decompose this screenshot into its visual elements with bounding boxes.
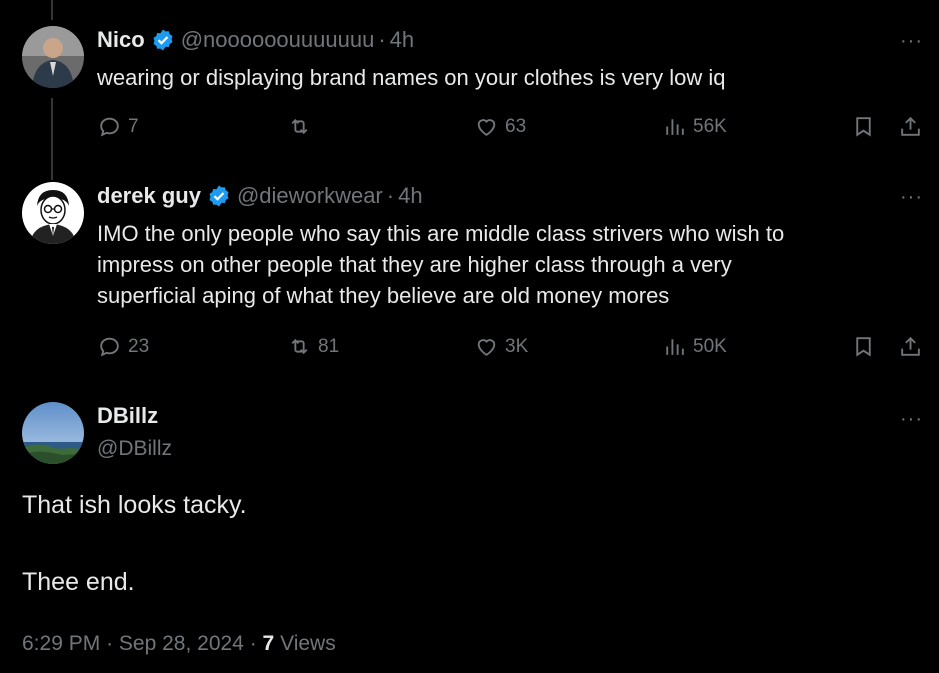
display-name[interactable]: Nico — [97, 27, 145, 53]
tweet-actions: 23 81 3K 50K — [97, 334, 927, 364]
reply-icon — [100, 117, 119, 137]
avatar[interactable] — [22, 402, 84, 464]
verified-badge-icon — [151, 28, 175, 52]
tweet-text-line: IMO the only people who say this are mid… — [97, 221, 785, 246]
repost-count: 81 — [318, 335, 340, 357]
bookmark-button[interactable] — [851, 114, 876, 139]
heart-icon — [477, 339, 496, 356]
verified-badge-icon — [207, 184, 231, 208]
thread-line — [51, 0, 53, 20]
views-button[interactable]: 50K — [662, 334, 727, 359]
views-label: Views — [280, 632, 336, 655]
reply-icon — [100, 337, 119, 357]
bookmark-icon — [856, 337, 871, 357]
timestamp[interactable]: 4h — [390, 27, 414, 53]
share-icon — [901, 336, 920, 356]
tweet-actions: 7 63 56K — [97, 114, 927, 144]
avatar[interactable] — [22, 182, 84, 244]
bookmark-icon — [856, 117, 871, 137]
like-count: 3K — [505, 335, 529, 357]
handle[interactable]: @noooooouuuuuuu — [181, 27, 375, 53]
display-name[interactable]: DBillz — [97, 403, 158, 429]
share-button[interactable] — [898, 114, 923, 139]
views-icon — [666, 119, 684, 135]
separator: · — [249, 632, 257, 655]
reply-count: 7 — [128, 115, 139, 137]
repost-button[interactable] — [287, 114, 318, 139]
timestamp[interactable]: 4h — [398, 183, 422, 209]
separator: · — [386, 183, 395, 208]
tweet-header: derek guy @dieworkwear · 4h — [97, 183, 423, 209]
separator: · — [106, 632, 114, 655]
tweet-text-line: Thee end. — [22, 568, 135, 596]
more-options-icon[interactable]: ··· — [900, 186, 923, 209]
views-count: 56K — [693, 115, 727, 137]
tweet-meta: 6:29 PM · Sep 28, 2024 · 7 Views — [22, 632, 336, 656]
views-count: 50K — [693, 335, 727, 357]
tweet-text: wearing or displaying brand names on you… — [97, 65, 726, 90]
tweet-text-line: impress on other people that they are hi… — [97, 252, 732, 277]
reply-button[interactable]: 7 — [97, 114, 139, 139]
reply-button[interactable]: 23 — [97, 334, 149, 359]
like-count: 63 — [505, 115, 527, 137]
repost-button[interactable]: 81 — [287, 334, 339, 359]
reply-count: 23 — [128, 335, 150, 357]
display-name[interactable]: derek guy — [97, 183, 201, 209]
thread-line — [51, 98, 53, 180]
separator: · — [378, 27, 386, 52]
like-button[interactable]: 63 — [474, 114, 526, 139]
tweet-header: Nico @noooooouuuuuuu · 4h — [97, 27, 414, 53]
tweet-text: IMO the only people who say this are mid… — [97, 218, 897, 311]
views-icon — [666, 339, 684, 355]
repost-icon — [291, 118, 308, 135]
tweet-text-line: superficial aping of what they believe a… — [97, 283, 670, 308]
post-date[interactable]: Sep 28, 2024 — [119, 632, 244, 655]
avatar[interactable] — [22, 26, 84, 88]
post-time[interactable]: 6:29 PM — [22, 632, 100, 655]
views-count: 7 — [262, 632, 275, 655]
tweet-text-line: That ish looks tacky. — [22, 491, 247, 519]
repost-icon — [291, 338, 308, 355]
heart-icon — [477, 119, 496, 136]
handle[interactable]: @DBillz — [97, 437, 172, 461]
more-options-icon[interactable]: ··· — [900, 408, 923, 431]
views-button[interactable]: 56K — [662, 114, 727, 139]
share-button[interactable] — [898, 334, 923, 359]
like-button[interactable]: 3K — [474, 334, 528, 359]
handle[interactable]: @dieworkwear — [237, 183, 383, 209]
bookmark-button[interactable] — [851, 334, 876, 359]
more-options-icon[interactable]: ··· — [900, 30, 923, 53]
share-icon — [901, 116, 920, 136]
